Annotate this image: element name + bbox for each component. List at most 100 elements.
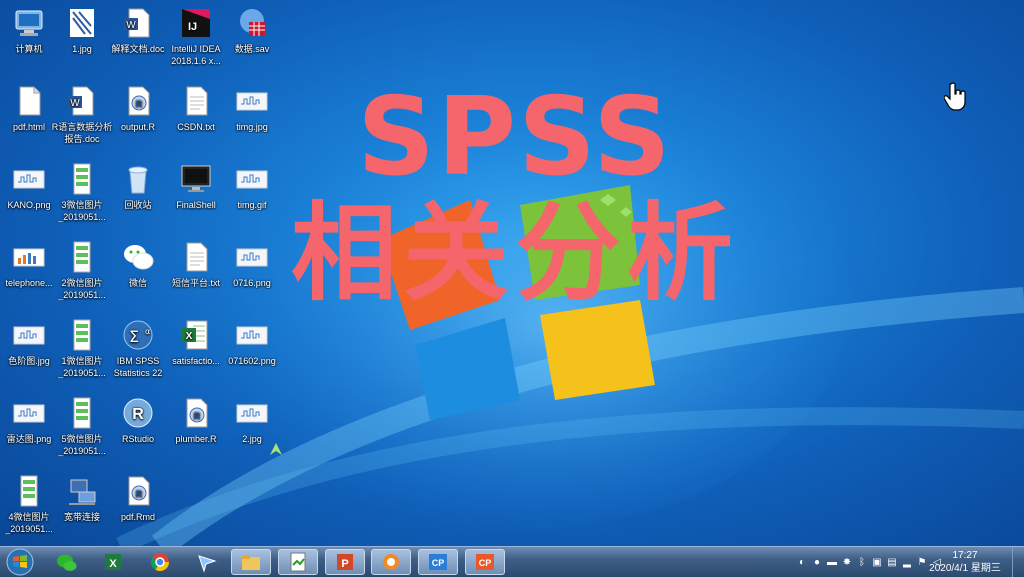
r-file-icon: R bbox=[121, 84, 155, 118]
taskbar-button[interactable]: CP bbox=[418, 549, 458, 575]
taskbar-button[interactable]: CP bbox=[465, 549, 505, 575]
taskbar-button[interactable]: P bbox=[325, 549, 365, 575]
desktop-icon[interactable]: 宽带连接 bbox=[51, 474, 113, 523]
desktop-icon-label: 0716.png bbox=[233, 278, 271, 288]
taskbar-button[interactable] bbox=[140, 549, 180, 575]
desktop-icon-label: CSDN.txt bbox=[177, 122, 215, 132]
desktop[interactable]: 计算机 1.jpg W 解释文档.doc IJ IntelliJ IDEA 2018.1.… bbox=[0, 0, 1024, 546]
desktop-icon-label: 数据.sav bbox=[234, 44, 270, 54]
svg-text:R: R bbox=[136, 99, 143, 109]
txt-icon bbox=[179, 84, 213, 118]
notepad-icon bbox=[290, 552, 306, 572]
svg-text:CP: CP bbox=[479, 558, 492, 568]
desktop-icon[interactable]: 回收站 bbox=[107, 162, 169, 211]
desktop-icon[interactable]: 微信 bbox=[107, 240, 169, 289]
image-thumb-icon bbox=[235, 162, 269, 196]
desktop-icon[interactable]: Routput.R bbox=[107, 84, 169, 133]
desktop-icon-label: 3微信图片_2019051... bbox=[58, 200, 106, 222]
image-grid-icon bbox=[65, 6, 99, 40]
desktop-icon-label: IntelliJ IDEA 2018.1.6 x... bbox=[171, 44, 221, 66]
desktop-icon-label: timg.jpg bbox=[236, 122, 268, 132]
phone-image-icon bbox=[65, 396, 99, 430]
phone-image-icon bbox=[65, 318, 99, 352]
taskbar-button[interactable] bbox=[371, 549, 411, 575]
desktop-icon-label: output.R bbox=[120, 122, 156, 132]
taskbar-button[interactable] bbox=[278, 549, 318, 575]
svg-text:P: P bbox=[341, 558, 348, 570]
desktop-icon[interactable]: Rplumber.R bbox=[165, 396, 227, 445]
desktop-icon[interactable]: IJ IntelliJ IDEA 2018.1.6 x... bbox=[165, 6, 227, 67]
image-thumb-icon bbox=[235, 84, 269, 118]
svg-text:IJ: IJ bbox=[188, 21, 197, 33]
desktop-icon[interactable]: 0716.png bbox=[221, 240, 283, 289]
desktop-icon[interactable]: Σα IBM SPSS Statistics 22 bbox=[107, 318, 169, 379]
desktop-icon-label: 2.jpg bbox=[242, 434, 262, 444]
file-explorer-icon bbox=[242, 555, 260, 570]
network-icon bbox=[65, 474, 99, 508]
network-signal-icon[interactable]: ▂ bbox=[901, 557, 913, 568]
desktop-icon[interactable]: 2微信图片_2019051... bbox=[51, 240, 113, 301]
tray-app-icon[interactable]: ◐ bbox=[796, 557, 808, 568]
tray-app-icon[interactable]: ▣ bbox=[871, 557, 883, 568]
image-thumb-icon bbox=[235, 396, 269, 430]
phone-image-icon bbox=[12, 474, 46, 508]
svg-text:α: α bbox=[145, 327, 150, 336]
svg-text:R: R bbox=[136, 489, 143, 499]
monitor-icon bbox=[179, 162, 213, 196]
desktop-icon-label: satisfactio... bbox=[172, 356, 220, 366]
r-file-icon: R bbox=[179, 396, 213, 430]
word-icon: W bbox=[65, 84, 99, 118]
wechat-icon bbox=[121, 240, 155, 274]
spss-icon: Σα bbox=[121, 318, 155, 352]
excel-icon: X bbox=[179, 318, 213, 352]
desktop-icon[interactable]: timg.jpg bbox=[221, 84, 283, 133]
tray-app-icon[interactable]: ✸ bbox=[841, 557, 853, 568]
desktop-icon[interactable]: CSDN.txt bbox=[165, 84, 227, 133]
desktop-icon[interactable]: 071602.png bbox=[221, 318, 283, 367]
svg-text:R: R bbox=[132, 406, 144, 423]
desktop-icon[interactable]: 1.jpg bbox=[51, 6, 113, 55]
powerpoint-icon: P bbox=[337, 554, 353, 570]
rstudio-icon: R bbox=[121, 396, 155, 430]
excel-icon: X bbox=[105, 554, 121, 570]
bluetooth-icon[interactable]: ᛒ bbox=[856, 557, 868, 568]
clock-date: 2020/4/1 星期三 bbox=[929, 563, 1001, 574]
desktop-icon-label: IBM SPSS Statistics 22 bbox=[113, 356, 163, 378]
tray-app-icon[interactable]: ● bbox=[811, 557, 823, 568]
desktop-icon[interactable]: Rpdf.Rmd bbox=[107, 474, 169, 523]
desktop-icon[interactable]: 数据.sav bbox=[221, 6, 283, 55]
image-thumb-icon bbox=[235, 318, 269, 352]
svg-text:CP: CP bbox=[432, 558, 445, 568]
taskbar-button[interactable]: X bbox=[93, 549, 133, 575]
desktop-icon[interactable]: FinalShell bbox=[165, 162, 227, 211]
desktop-icon[interactable]: Xsatisfactio... bbox=[165, 318, 227, 367]
desktop-icon[interactable]: 2.jpg bbox=[221, 396, 283, 445]
desktop-icon[interactable]: timg.gif bbox=[221, 162, 283, 211]
desktop-icon[interactable]: R RStudio bbox=[107, 396, 169, 445]
desktop-icon[interactable]: 1微信图片_2019051... bbox=[51, 318, 113, 379]
tray-app-icon[interactable]: ▬ bbox=[826, 557, 838, 568]
svg-text:W: W bbox=[70, 98, 80, 109]
desktop-icon[interactable]: W 解释文档.doc bbox=[107, 6, 169, 55]
desktop-icon[interactable]: W R语言数据分析报告.doc bbox=[51, 84, 113, 145]
svg-text:W: W bbox=[126, 20, 136, 31]
image-chart-icon bbox=[12, 240, 46, 274]
taskbar-button[interactable] bbox=[187, 549, 227, 575]
desktop-icon[interactable]: 3微信图片_2019051... bbox=[51, 162, 113, 223]
windows-start-icon[interactable] bbox=[2, 547, 38, 577]
clock[interactable]: 17:27 2020/4/1 星期三 bbox=[920, 549, 1010, 575]
tray-app-icon[interactable]: ▤ bbox=[886, 557, 898, 568]
desktop-icon[interactable]: 5微信图片_2019051... bbox=[51, 396, 113, 457]
desktop-icon[interactable]: 短信平台.txt bbox=[165, 240, 227, 289]
camtasia-cp-orange-icon: CP bbox=[476, 554, 494, 570]
taskbar-button[interactable] bbox=[231, 549, 271, 575]
intellij-icon: IJ bbox=[179, 6, 213, 40]
desktop-icon-label: 1微信图片_2019051... bbox=[58, 356, 106, 378]
show-desktop-button[interactable] bbox=[1012, 547, 1024, 577]
taskbar-button[interactable] bbox=[46, 549, 86, 575]
r-file-icon: R bbox=[121, 474, 155, 508]
computer-icon bbox=[12, 6, 46, 40]
desktop-icon-label: 2微信图片_2019051... bbox=[58, 278, 106, 300]
svg-text:Σ: Σ bbox=[129, 327, 139, 346]
desktop-icon-label: 宽带连接 bbox=[63, 512, 100, 522]
